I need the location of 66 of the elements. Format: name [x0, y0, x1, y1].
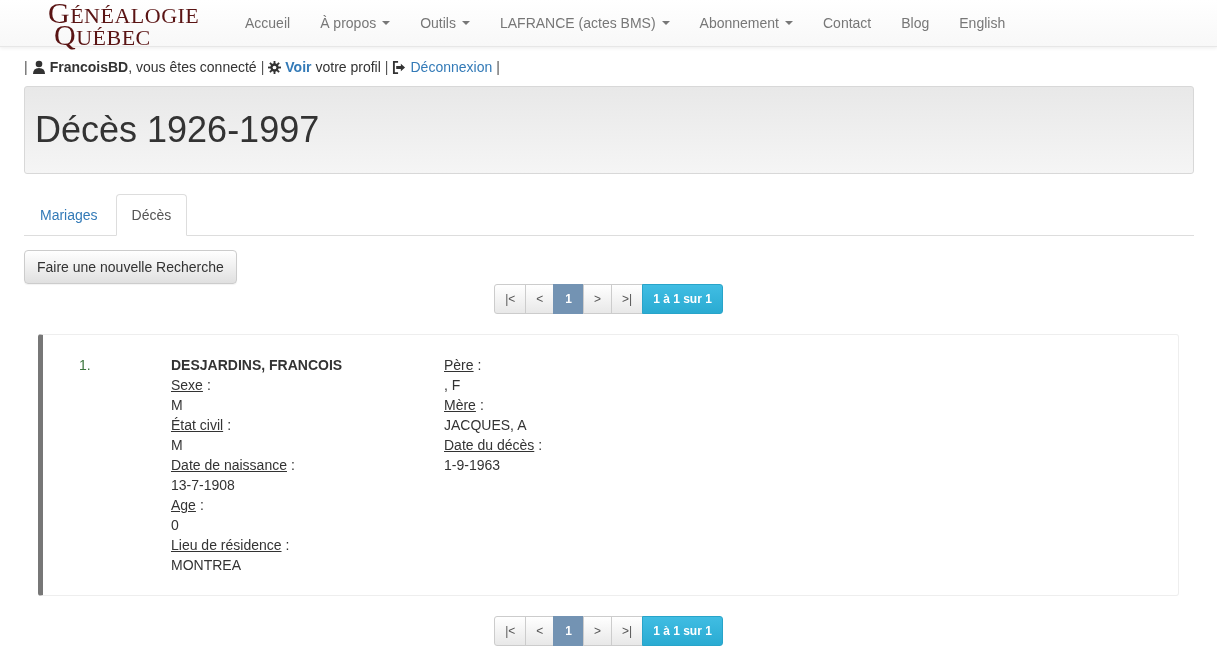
nav-link[interactable]: Abonnement — [684, 15, 808, 31]
separator: | — [24, 59, 28, 75]
separator: | — [496, 59, 500, 75]
label-colon: : — [227, 417, 231, 433]
next-page-button[interactable]: > — [583, 616, 612, 646]
new-search-button[interactable]: Faire une nouvelle Recherche — [24, 250, 237, 284]
caret-icon — [462, 21, 470, 25]
field-label: Date de naissance — [171, 457, 287, 473]
field-label: Père — [444, 357, 474, 373]
caret-icon — [785, 21, 793, 25]
profile-text: votre profil — [315, 59, 381, 75]
label-colon: : — [199, 497, 204, 513]
field-value: 0 — [171, 517, 179, 533]
field-label: Mère — [444, 397, 476, 413]
next-page-button[interactable]: > — [583, 284, 612, 314]
person-name: DESJARDINS, FRANCOIS — [171, 356, 344, 375]
first-page-button[interactable]: |< — [494, 616, 527, 646]
page-button[interactable]: 1 — [553, 284, 584, 314]
caret-icon — [382, 21, 391, 25]
previous-page-button[interactable]: < — [525, 284, 555, 314]
field-label: État civil — [171, 417, 224, 433]
nav-link[interactable]: Outils — [405, 15, 485, 31]
last-page-button[interactable]: >| — [611, 284, 644, 314]
caret-icon — [661, 21, 670, 25]
first-page-button[interactable]: |< — [494, 284, 527, 314]
field-value: JACQUES, A — [444, 417, 527, 433]
label-colon: : — [285, 537, 290, 553]
tab[interactable]: Mariages — [24, 194, 114, 235]
label-colon: : — [477, 357, 482, 373]
settings-icon — [268, 60, 282, 74]
separator: | — [260, 59, 265, 75]
results-count[interactable]: 1 à 1 sur 1 — [642, 616, 723, 646]
nav-link[interactable]: Accueil — [230, 15, 306, 31]
field-value: MONTREA — [171, 557, 241, 573]
label-colon: : — [290, 457, 295, 473]
previous-page-button[interactable]: < — [525, 616, 555, 646]
field-label: Lieu de résidence — [171, 537, 282, 553]
label-colon: : — [538, 437, 543, 453]
page-button[interactable]: 1 — [553, 616, 584, 646]
nav-link[interactable]: English — [944, 15, 1021, 31]
separator: | — [384, 59, 389, 75]
view-link[interactable]: Voir — [285, 59, 312, 75]
field-label: Date du décès — [444, 437, 535, 453]
logout-link[interactable]: Déconnexion — [410, 59, 493, 75]
record-number: 1. — [78, 356, 92, 375]
label-colon: : — [206, 377, 211, 393]
nav-link[interactable]: À propos — [305, 15, 406, 31]
field-value: M — [171, 437, 183, 453]
field-value: , F — [444, 377, 461, 393]
field-value: 13-7-1908 — [171, 477, 235, 493]
user-icon — [31, 60, 46, 74]
last-page-button[interactable]: >| — [611, 616, 644, 646]
tab[interactable]: Décès — [115, 194, 188, 236]
status-text: , vous êtes connecté — [128, 59, 257, 75]
field-value: 1-9-1963 — [444, 457, 501, 473]
page-title: Décès 1926-1997 — [35, 109, 320, 151]
logout-icon — [392, 60, 407, 74]
nav-link[interactable]: LAFRANCE (actes BMS) — [485, 15, 685, 31]
field-label: Age — [171, 497, 196, 513]
results-count[interactable]: 1 à 1 sur 1 — [642, 284, 723, 314]
nav-link[interactable]: Contact — [808, 15, 887, 31]
nav-link[interactable]: Blog — [886, 15, 945, 31]
field-label: Sexe — [171, 377, 203, 393]
username: FrancoisBD — [49, 59, 129, 75]
label-colon: : — [479, 397, 484, 413]
field-value: M — [171, 397, 183, 413]
